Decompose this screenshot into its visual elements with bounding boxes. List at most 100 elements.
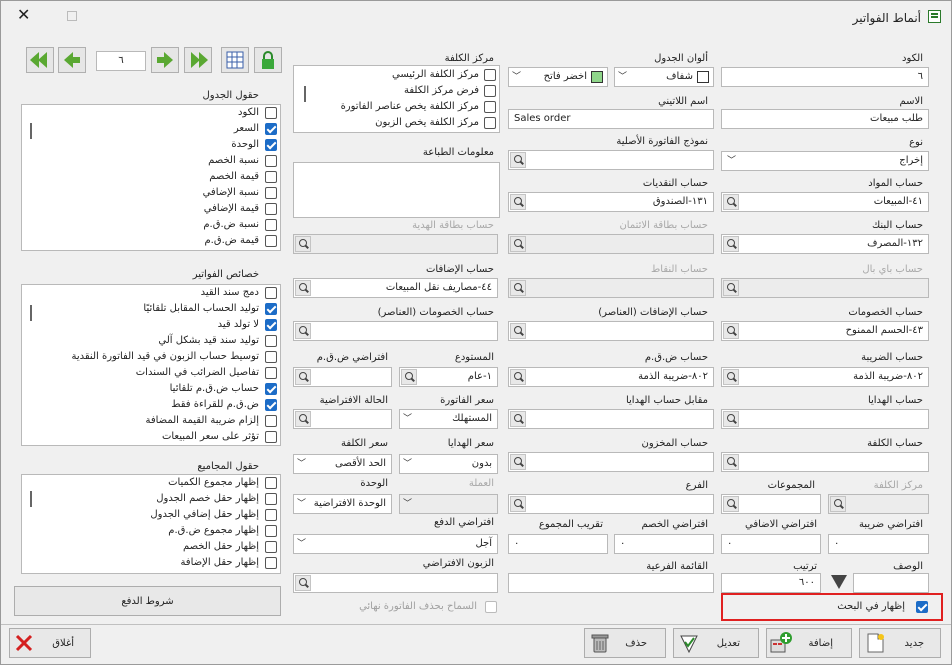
search-icon[interactable] [295,323,311,339]
cash-account-field[interactable]: ١٣١-الصندوق [508,192,714,212]
cost-center-option-checkbox[interactable] [484,85,496,97]
default-customer-field[interactable] [293,573,498,593]
cost-center-option-checkbox[interactable] [484,117,496,129]
search-icon[interactable] [723,323,739,339]
invoice-prop-checkbox[interactable] [265,287,277,299]
table-field-checkbox[interactable] [265,187,277,199]
order-field[interactable]: ٦٠٠ [721,573,821,593]
tax-account-field[interactable]: ٨٠٢-ضريبة الذمة [721,367,929,387]
cost-account-field[interactable] [721,452,929,472]
description-field[interactable] [853,573,929,593]
cost-price-select[interactable]: ﹀ الحد الأقصى [293,454,392,474]
totals-field-checkbox[interactable] [265,477,277,489]
search-icon[interactable] [723,496,739,512]
grid-view-button[interactable] [221,47,249,73]
search-icon[interactable] [723,369,739,385]
allow-final-delete-checkbox[interactable] [485,601,497,613]
edit-button[interactable]: تعديل [673,628,759,658]
search-icon[interactable] [510,323,526,339]
table-field-checkbox[interactable] [265,123,277,135]
sub-list-field[interactable] [508,573,714,593]
vat-account-field[interactable]: ٨٠٢-ضريبة الذمة [508,367,714,387]
table-field-checkbox[interactable] [265,107,277,119]
scrollbar-thumb[interactable] [304,86,306,102]
table-field-checkbox[interactable] [265,171,277,183]
totals-field-checkbox[interactable] [265,557,277,569]
print-info-field[interactable] [293,162,500,218]
search-icon[interactable] [401,369,417,385]
search-icon[interactable] [723,411,739,427]
new-button[interactable]: جديد [859,628,941,658]
invoice-prop-checkbox[interactable] [265,431,277,443]
payment-terms-button[interactable]: شروط الدفع [14,586,281,616]
additions-account-field[interactable]: ٤٤-مصاريف نقل المبيعات [293,278,498,298]
discounts-items-account-field[interactable] [293,321,498,341]
invoice-prop-checkbox[interactable] [265,415,277,427]
table-field-checkbox[interactable] [265,139,277,151]
page-number-field[interactable]: ٦ [96,51,146,71]
default-state-field[interactable] [293,409,392,429]
default-vat-field[interactable] [293,367,392,387]
stock-account-field[interactable] [508,452,714,472]
name-field[interactable]: طلب مبيعات [721,109,929,129]
additions-items-account-field[interactable] [508,321,714,341]
invoice-prop-checkbox[interactable] [265,367,277,379]
default-payment-select[interactable]: ﹀ آجل [293,534,498,554]
cost-center-option-checkbox[interactable] [484,69,496,81]
show-in-search-checkbox[interactable] [916,601,928,613]
materials-account-field[interactable]: ٤١-المبيعات [721,192,929,212]
add-button[interactable]: إضافة [766,628,852,658]
table-color-select-1[interactable]: ﹀ شفاف [614,67,714,87]
warehouse-field[interactable]: ١-عام [399,367,498,387]
table-field-checkbox[interactable] [265,219,277,231]
invoice-prop-checkbox[interactable] [265,303,277,315]
default-tax-field[interactable]: ٠ [828,534,929,554]
search-icon[interactable] [510,194,526,210]
delete-button[interactable]: حذف [584,628,666,658]
search-icon[interactable] [510,369,526,385]
first-record-button[interactable] [26,47,54,73]
search-icon[interactable] [510,152,526,168]
close-button[interactable]: أغلاق [9,628,91,658]
invoice-prop-checkbox[interactable] [265,319,277,331]
type-select[interactable]: ﹀ إخراج [721,151,929,171]
table-field-checkbox[interactable] [265,155,277,167]
invoice-prop-checkbox[interactable] [265,351,277,363]
default-discount-field[interactable]: ٠ [614,534,714,554]
discounts-account-field[interactable]: ٤٣-الحسم الممنوح [721,321,929,341]
gifts-price-select[interactable]: ﹀ بدون [399,454,498,474]
scrollbar-thumb[interactable] [30,305,32,321]
next-record-button[interactable] [151,47,179,73]
code-field[interactable]: ٦ [721,67,929,87]
table-field-checkbox[interactable] [265,235,277,247]
scrollbar-thumb[interactable] [30,123,32,139]
invoice-prop-checkbox[interactable] [265,399,277,411]
search-icon[interactable] [295,575,311,591]
search-icon[interactable] [723,236,739,252]
search-icon[interactable] [510,454,526,470]
lock-button[interactable] [254,47,282,73]
unit-select[interactable]: ﹀ الوحدة الافتراضية [293,494,392,514]
invoice-prop-checkbox[interactable] [265,335,277,347]
table-color-select-2[interactable]: ﹀ اخضر فاتح [508,67,608,87]
groups-field[interactable] [721,494,821,514]
scrollbar-thumb[interactable] [30,491,32,507]
bank-account-field[interactable]: ١٣٢-المصرف [721,234,929,254]
gift-counter-account-field[interactable] [508,409,714,429]
totals-field-checkbox[interactable] [265,493,277,505]
totals-field-checkbox[interactable] [265,541,277,553]
search-icon[interactable] [295,411,311,427]
table-field-checkbox[interactable] [265,203,277,215]
totals-field-checkbox[interactable] [265,509,277,521]
latin-name-field[interactable]: Sales order [508,109,714,129]
search-icon[interactable] [295,369,311,385]
last-record-button[interactable] [184,47,212,73]
previous-record-button[interactable] [58,47,86,73]
invoice-prop-checkbox[interactable] [265,383,277,395]
search-icon[interactable] [510,411,526,427]
maximize-button[interactable] [67,11,77,21]
search-icon[interactable] [723,454,739,470]
triangle-down-icon[interactable] [831,575,847,589]
default-addition-field[interactable]: ٠ [721,534,821,554]
gifts-account-field[interactable] [721,409,929,429]
